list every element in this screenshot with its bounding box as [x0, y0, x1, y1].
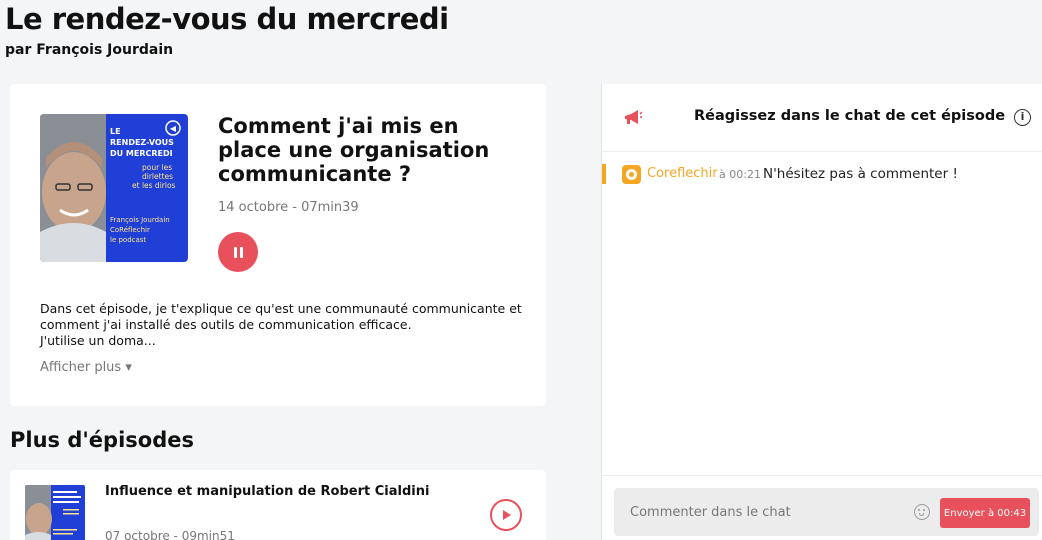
svg-text:RENDEZ-VOUS: RENDEZ-VOUS — [110, 138, 174, 147]
episode-cover-image: ◀ LE RENDEZ-VOUS DU MERCREDI pour les di… — [40, 114, 188, 262]
play-icon — [503, 510, 511, 520]
pause-icon — [233, 246, 237, 258]
send-button[interactable]: Envoyer à 00:43 — [940, 498, 1030, 528]
more-episodes-heading: Plus d'épisodes — [10, 428, 194, 452]
show-more-link[interactable]: Afficher plus ▾ — [40, 360, 132, 375]
episode-date-duration: 14 octobre - 07min39 — [218, 200, 359, 215]
message-timestamp[interactable]: à 00:21 — [719, 168, 761, 181]
message-text: N'hésitez pas à commenter ! — [763, 166, 958, 182]
svg-text:François Jourdain: François Jourdain — [110, 216, 170, 224]
episode-item-meta: 07 octobre - 09min51 — [105, 529, 235, 540]
episode-item-title[interactable]: Influence et manipulation de Robert Cial… — [105, 484, 429, 499]
message-accent-bar — [602, 164, 606, 184]
play-button[interactable] — [490, 499, 522, 531]
chat-header: Réagissez dans le chat de cet épisode i — [602, 84, 1042, 152]
message-username[interactable]: Coreflechir — [647, 166, 718, 181]
show-author[interactable]: par François Jourdain — [5, 42, 173, 58]
svg-text:et les dirlos: et les dirlos — [132, 181, 176, 190]
svg-text:pour les: pour les — [142, 163, 172, 172]
description-line: comment j'ai installé des outils de comm… — [40, 317, 412, 332]
svg-text:LE: LE — [110, 127, 121, 136]
episode-card: ◀ LE RENDEZ-VOUS DU MERCREDI pour les di… — [10, 84, 546, 406]
megaphone-icon — [625, 110, 642, 124]
svg-text:le podcast: le podcast — [110, 236, 146, 244]
svg-text:◀: ◀ — [170, 124, 177, 133]
show-title: Le rendez-vous du mercredi — [5, 2, 449, 36]
episode-description: Dans cet épisode, je t'explique ce qu'es… — [40, 301, 522, 349]
chat-panel: Réagissez dans le chat de cet épisode i … — [601, 84, 1042, 540]
chat-title: Réagissez dans le chat de cet épisode — [694, 108, 1006, 124]
pause-button[interactable] — [218, 232, 258, 272]
svg-text:CoRéflechir: CoRéflechir — [110, 226, 150, 234]
svg-text:DU MERCREDI: DU MERCREDI — [110, 149, 173, 158]
chat-input-container: Envoyer à 00:43 — [614, 488, 1039, 536]
info-icon[interactable]: i — [1014, 109, 1031, 126]
chat-footer: Envoyer à 00:43 — [602, 475, 1042, 540]
description-line: Dans cet épisode, je t'explique ce qu'es… — [40, 301, 522, 316]
svg-text:dirlettes: dirlettes — [142, 172, 173, 181]
chat-message: Coreflechir à 00:21 N'hésitez pas à comm… — [602, 164, 1042, 184]
emoji-icon[interactable] — [914, 504, 930, 520]
user-avatar — [622, 165, 641, 184]
episode-thumbnail — [25, 485, 85, 540]
episode-title: Comment j'ai mis en place une organisati… — [218, 114, 490, 186]
description-line: J'utilise un doma... — [40, 333, 156, 348]
chat-input[interactable] — [614, 488, 904, 536]
episode-list-item[interactable]: Influence et manipulation de Robert Cial… — [10, 470, 546, 540]
